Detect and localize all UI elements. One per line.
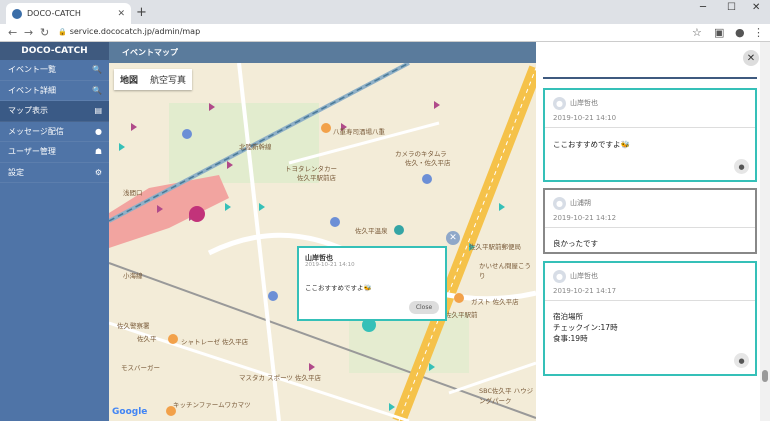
map-canvas[interactable]: 地図 航空写真 八重寿司酒場八重 トヨタレンタカー 佐久平駅前店 カメラのキタム… [109,63,536,421]
map-label: 八重寿司酒場八重 [333,128,385,136]
card-user: 山浦朔 [570,199,591,207]
browser-menu-icon[interactable]: ⋮ [753,26,764,39]
map-info-window: 山岸哲也 2019-10-21 14:10 ここおすすめですよ🐝 Close [297,246,447,321]
info-window-date: 2019-10-21 14:10 [305,262,355,268]
location-pin-icon[interactable]: ● [734,159,749,174]
map-type-satellite-button[interactable]: 航空写真 [144,69,192,90]
map-label: マスタカ スポーツ 佐久平店 [239,374,322,382]
card-divider [545,300,755,301]
window-close-icon[interactable]: ✕ [752,2,760,13]
sidebar-item-event-list[interactable]: イベント一覧 🔍 [0,60,109,81]
restaurant-icon [454,293,464,303]
restaurant-icon [321,123,331,133]
map-label: 浅間口 [123,189,143,197]
url-field[interactable]: 🔒 service.dococatch.jp/admin/map [58,27,200,36]
avatar-icon: ● [553,270,566,283]
page-title: イベントマップ [109,42,536,63]
brand-logo: DOCO-CATCH [0,42,109,60]
browser-tab[interactable]: DOCO-CATCH ✕ [6,3,131,24]
message-card[interactable]: ● 山岸哲也 2019-10-21 14:10 ここおすすめですよ🐝 ● [543,88,757,182]
card-date: 2019-10-21 14:12 [553,214,617,222]
users-icon: ☗ [94,147,102,157]
avatar-icon: ● [553,97,566,110]
panel-scrollbar-thumb[interactable] [762,370,768,382]
reload-icon[interactable]: ↻ [40,26,49,39]
map-label: 佐久平駅前郵便局 [469,243,521,251]
map-label: 佐久警察署 [117,322,150,330]
sidebar-item-messages[interactable]: メッセージ配信 ● [0,122,109,142]
map-label: SBC佐久平 ハウジングパーク [479,387,534,405]
card-message: ここおすすめですよ🐝 [553,140,630,149]
card-divider [545,227,755,228]
parking-icon [268,291,278,301]
map-type-map-button[interactable]: 地図 [114,69,144,90]
chat-icon: ● [95,126,102,136]
map-label: モスバーガー [121,364,160,372]
tab-title: DOCO-CATCH [27,9,81,18]
new-tab-icon[interactable]: + [136,5,147,20]
lock-icon: 🔒 [58,28,67,36]
card-date: 2019-10-21 14:17 [553,287,617,295]
map-label: 佐久平 [137,335,157,343]
info-window-x-icon[interactable]: ✕ [446,231,460,245]
sidebar: DOCO-CATCH イベント一覧 🔍 イベント詳細 🔍 マップ表示 ▤ メッセ… [0,42,109,421]
card-message: 食事:19時 [553,334,588,343]
map-label: キッチンファームワカマツ [173,401,251,409]
parking-icon [422,174,432,184]
map-label: 佐久平駅前 [445,311,478,319]
gear-icon: ⚙ [94,167,102,177]
forward-icon[interactable]: → [24,26,33,39]
map-label: 小海線 [123,272,143,280]
address-bar: ← → ↻ 🔒 service.dococatch.jp/admin/map ☆ … [0,24,770,42]
map-label: シャトレーゼ 佐久平店 [181,338,249,346]
map-label: 佐久・佐久平店 [405,159,451,167]
map-icon: ▤ [94,106,102,116]
parking-icon [330,217,340,227]
bookmark-star-icon[interactable]: ☆ [692,26,702,39]
map-label: ガスト 佐久平店 [471,298,519,306]
message-card[interactable]: ● 山岸哲也 2019-10-21 14:17 宿泊場所 チェックイン:17時 … [543,261,757,376]
info-window-message: ここおすすめですよ🐝 [305,284,372,292]
maximize-icon[interactable]: ☐ [727,2,736,13]
card-date: 2019-10-21 14:10 [553,114,617,122]
location-pin-icon[interactable]: ● [734,353,749,368]
map-type-toggle: 地図 航空写真 [114,69,193,90]
search-icon: 🔍 [92,85,102,95]
card-user: 山岸哲也 [570,272,598,280]
card-message: 良かったです [553,239,598,248]
back-icon[interactable]: ← [8,26,17,39]
card-message: チェックイン:17時 [553,323,618,332]
avatar-icon: ● [553,197,566,210]
google-logo: Google [112,407,148,417]
sidebar-item-settings[interactable]: 設定 ⚙ [0,163,109,183]
map-label: 佐久平温泉 [355,227,388,235]
sidebar-item-users[interactable]: ユーザー管理 ☗ [0,142,109,163]
tab-close-icon[interactable]: ✕ [117,9,125,19]
sidebar-item-map[interactable]: マップ表示 ▤ [0,101,109,122]
card-message: 宿泊場所 [553,312,583,321]
favicon-icon [12,8,22,19]
previous-card-edge [543,75,757,79]
profile-icon[interactable]: ● [735,26,745,39]
map-label: かいせん問屋こうり [479,262,531,280]
map-label: 北陸新幹線 [239,143,272,151]
user-location-icon [189,206,205,222]
parking-icon [182,129,192,139]
message-card[interactable]: ● 山浦朔 2019-10-21 14:12 良かったです [543,188,757,254]
search-icon: 🔍 [92,65,102,75]
restaurant-icon [168,334,178,344]
map-label: 佐久平駅前店 [297,174,336,182]
sidebar-item-event-detail[interactable]: イベント詳細 🔍 [0,81,109,101]
panel-close-icon[interactable]: ✕ [743,50,759,66]
card-user: 山岸哲也 [570,99,598,107]
hotspring-icon [394,225,404,235]
card-divider [545,127,755,128]
browser-tabbar: DOCO-CATCH ✕ + ─ ☐ ✕ [0,0,770,24]
panel-scrollbar[interactable] [760,42,770,421]
extension-icon[interactable]: ▣ [714,26,724,39]
info-window-close-button[interactable]: Close [409,301,439,314]
minimize-icon[interactable]: ─ [700,2,706,13]
